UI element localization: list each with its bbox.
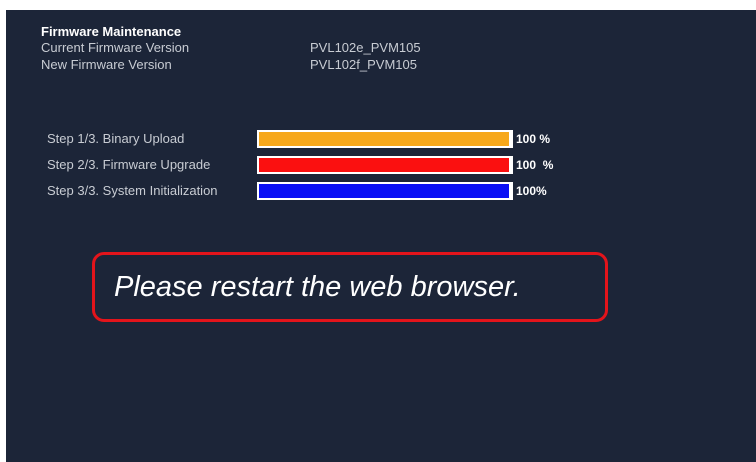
step-label: Step 3/3. System Initialization: [47, 183, 218, 198]
firmware-info: Firmware Maintenance Current Firmware Ve…: [41, 24, 421, 74]
new-firmware-value: PVL102f_PVM105: [310, 57, 417, 72]
new-firmware-row: New Firmware Version PVL102f_PVM105: [41, 57, 417, 74]
step-binary-upload: Step 1/3. Binary Upload 100 %: [47, 130, 607, 156]
current-firmware-value: PVL102e_PVM105: [310, 40, 421, 55]
restart-message: Please restart the web browser.: [114, 270, 521, 303]
firmware-panel: Firmware Maintenance Current Firmware Ve…: [6, 10, 756, 462]
progress-bar: [257, 130, 513, 148]
progress-bar-fill: [258, 157, 510, 173]
restart-notice: Please restart the web browser.: [92, 252, 608, 322]
progress-bar-fill: [258, 183, 510, 199]
new-firmware-label: New Firmware Version: [41, 57, 172, 72]
step-label: Step 1/3. Binary Upload: [47, 131, 185, 146]
step-label: Step 2/3. Firmware Upgrade: [47, 157, 211, 172]
step-firmware-upgrade: Step 2/3. Firmware Upgrade 100 %: [47, 156, 607, 182]
current-firmware-label: Current Firmware Version: [41, 40, 190, 55]
progress-percent: 100 %: [516, 158, 554, 172]
page-title: Firmware Maintenance: [41, 24, 182, 39]
progress-percent: 100%: [516, 184, 547, 198]
step-system-initialization: Step 3/3. System Initialization 100%: [47, 182, 607, 208]
progress-percent: 100 %: [516, 132, 551, 146]
progress-bar: [257, 156, 513, 174]
upgrade-steps: Step 1/3. Binary Upload 100 % Step 2/3. …: [47, 130, 607, 208]
progress-bar-fill: [258, 131, 510, 147]
current-firmware-row: Current Firmware Version PVL102e_PVM105: [41, 40, 421, 57]
progress-bar: [257, 182, 513, 200]
